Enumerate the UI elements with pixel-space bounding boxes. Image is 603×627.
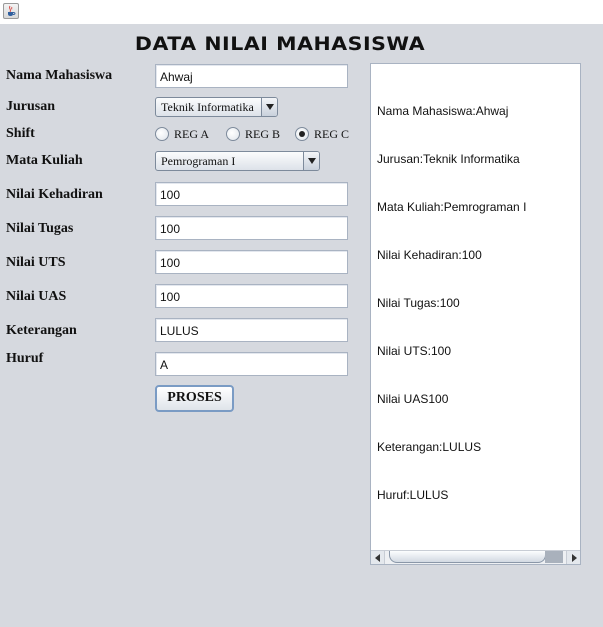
scrollbar-track-end xyxy=(545,551,563,563)
chevron-down-icon[interactable] xyxy=(261,98,277,116)
label-nilai-tugas: Nilai Tugas xyxy=(6,221,74,236)
chevron-down-icon[interactable] xyxy=(303,152,319,170)
label-nilai-kehadiran: Nilai Kehadiran xyxy=(6,187,103,202)
radio-button-selected[interactable] xyxy=(295,127,309,141)
nilai-uts-field[interactable]: 100 xyxy=(155,250,348,274)
label-shift: Shift xyxy=(6,126,35,141)
arrow-right-icon[interactable] xyxy=(566,551,580,564)
jurusan-selected-value: Teknik Informatika xyxy=(161,100,254,114)
output-line: Nilai UTS:100 xyxy=(377,344,452,358)
scrollbar-thumb[interactable] xyxy=(389,551,546,563)
label-jurusan: Jurusan xyxy=(6,99,56,114)
nilai-kehadiran-field[interactable]: 100 xyxy=(155,182,348,206)
output-line: Nilai Kehadiran:100 xyxy=(377,248,482,262)
mata-kuliah-select[interactable]: Pemrograman I xyxy=(155,151,320,171)
huruf-field[interactable]: A xyxy=(155,352,348,376)
label-huruf: Huruf xyxy=(6,351,44,366)
nilai-uas-field[interactable]: 100 xyxy=(155,284,348,308)
page-title: DATA NILAI MAHASISWA xyxy=(134,33,426,55)
output-text: Nama Mahasiswa:Ahwaj Jurusan:Teknik Info… xyxy=(377,71,526,535)
keterangan-field[interactable]: LULUS xyxy=(155,318,348,342)
radio-button[interactable] xyxy=(226,127,240,141)
nilai-tugas-field[interactable]: 100 xyxy=(155,216,348,240)
radio-label: REG B xyxy=(245,127,281,141)
label-mata-kuliah: Mata Kuliah xyxy=(6,153,83,168)
jurusan-select[interactable]: Teknik Informatika xyxy=(155,97,278,117)
arrow-left-icon[interactable] xyxy=(371,551,385,564)
form-panel: DATA NILAI MAHASISWA Nama Mahasiswa Ahwa… xyxy=(0,24,603,627)
horizontal-scrollbar[interactable] xyxy=(371,550,580,564)
radio-button[interactable] xyxy=(155,127,169,141)
output-line: Nama Mahasiswa:Ahwaj xyxy=(377,104,509,118)
window-titlebar xyxy=(0,0,603,24)
radio-label: REG A xyxy=(174,127,210,141)
radio-label: REG C xyxy=(314,127,350,141)
mata-kuliah-selected-value: Pemrograman I xyxy=(161,154,236,168)
nama-mahasiswa-field[interactable]: Ahwaj xyxy=(155,64,348,88)
output-line: Keterangan:LULUS xyxy=(377,440,482,454)
output-line: Nilai UAS100 xyxy=(377,392,449,406)
java-cup-icon[interactable] xyxy=(3,3,19,19)
label-keterangan: Keterangan xyxy=(6,323,77,338)
output-line: Mata Kuliah:Pemrograman I xyxy=(377,200,527,214)
label-nilai-uts: Nilai UTS xyxy=(6,255,66,270)
label-nama-mahasiswa: Nama Mahasiswa xyxy=(6,68,113,83)
proses-button[interactable]: PROSES xyxy=(155,385,234,412)
output-line: Jurusan:Teknik Informatika xyxy=(377,152,520,166)
output-line: Huruf:LULUS xyxy=(377,488,449,502)
label-nilai-uas: Nilai UAS xyxy=(6,289,67,304)
output-line: Nilai Tugas:100 xyxy=(377,296,460,310)
output-textarea[interactable]: Nama Mahasiswa:Ahwaj Jurusan:Teknik Info… xyxy=(370,63,581,565)
